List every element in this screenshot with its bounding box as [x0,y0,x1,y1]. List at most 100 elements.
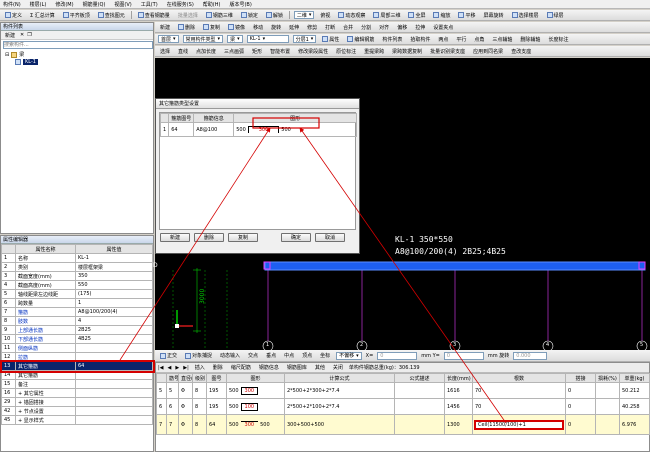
other-button[interactable]: 其他 [313,363,327,372]
prop-value[interactable]: 4 [75,316,153,326]
ortho-toggle[interactable]: 正交 [158,351,179,360]
copy-button[interactable]: 复制 [201,23,222,32]
rebar-info-button[interactable]: 钢筋信息 [257,363,281,372]
prop-value[interactable] [75,352,153,362]
prev-icon[interactable]: ◀ [168,365,172,371]
comp-select[interactable]: 梁 ▾ [227,35,243,43]
find-button[interactable]: 查找图元 [96,11,127,20]
rectangle-button[interactable]: 矩形 [250,47,264,56]
cell-count[interactable]: 70 [472,398,566,415]
cell-desc[interactable] [394,382,445,399]
cell-dia[interactable]: 8 [192,398,207,415]
cell-loss[interactable] [595,382,620,399]
cell-no[interactable]: 6 [166,398,179,415]
prop-value[interactable] [75,379,153,389]
prop-value[interactable]: KL-1 [75,253,153,263]
prop-value[interactable]: 550 [75,280,153,290]
property-row[interactable]: 45 + 显示样式 [1,415,153,425]
point-length-button[interactable]: 点加长度 [194,47,218,56]
lock-button[interactable]: 锁定 [239,11,260,20]
property-row[interactable]: 4 截面高度(mm) 550 [1,280,153,290]
tree-root[interactable]: ⊟ 梁 [5,51,153,58]
floor-select[interactable]: 首层 ▾ [158,35,179,43]
two-point-button[interactable]: 两点 [436,35,450,44]
close-button[interactable]: 关闭 [331,363,345,372]
dialog-delete-button[interactable]: 删除 [194,233,224,242]
local-3d-button[interactable]: 局部三维 [371,11,402,20]
last-icon[interactable]: ▶| [183,365,189,371]
check-support-button[interactable]: 查改支座 [509,47,533,56]
vertex-toggle[interactable]: 顶点 [300,351,314,360]
layer-select[interactable]: 分层1 ▾ [292,35,317,43]
cell-length[interactable]: 1456 [444,398,473,415]
cell-formula[interactable]: 2*500+2*300+2*7.4 [284,382,395,399]
property-row[interactable]: 5 轴线距梁左边线距 (175) [1,289,153,299]
select-button[interactable]: 选择 [158,47,172,56]
new-button[interactable]: 新建 [158,23,172,32]
cell-dia[interactable]: 8 [192,414,207,435]
property-row[interactable]: 6 跨数量 1 [1,298,153,308]
cell-lap[interactable]: 0 [565,398,596,415]
menu-view[interactable]: 视图(V) [114,1,131,8]
cell-grade[interactable]: Φ [178,414,193,435]
cell-no[interactable]: 7 [166,414,179,435]
property-row[interactable]: 9 上部通长筋 2B25 [1,325,153,335]
orbit-button[interactable]: 动态观察 [336,11,367,20]
prop-value[interactable] [75,370,153,380]
component-search-input[interactable] [3,41,153,49]
cell-fig-no[interactable]: 64 [168,122,195,137]
prop-value[interactable]: 2B25 [75,325,153,335]
move-button[interactable]: 移动 [251,23,265,32]
cell-fig[interactable]: 195 [206,382,227,399]
apply-same-button[interactable]: 应用到同名梁 [471,47,505,56]
re-extract-span-button[interactable]: 重提梁跨 [362,47,386,56]
in-place-label-button[interactable]: 原位标注 [334,47,358,56]
prop-value[interactable] [75,406,153,416]
menu-tools[interactable]: 工具(T) [141,1,158,8]
prop-value[interactable]: 4B25 [75,334,153,344]
rotation-input[interactable]: 0.000 [513,351,548,360]
cell-length[interactable]: 1300 [444,414,473,435]
line-button[interactable]: 直线 [176,47,190,56]
unlock-button[interactable]: 解锁 [264,11,285,20]
dialog-ok-button[interactable]: 确定 [281,233,311,242]
cell-count[interactable]: 70 [472,382,566,399]
menu-version[interactable]: 版本号(B) [229,1,251,8]
property-row[interactable]: 11 侧面纵筋 [1,343,153,353]
property-row[interactable]: 2 类别 楼层框架梁 [1,262,153,272]
property-row[interactable]: 42 + 节点设置 [1,406,153,416]
arc-button[interactable]: 三点画弧 [222,47,246,56]
cell-desc[interactable] [394,414,445,435]
prop-value[interactable]: 350 [75,271,153,281]
rebar-library-button[interactable]: 钢筋图库 [285,363,309,372]
property-row[interactable]: 10 下部通长筋 4B25 [1,334,153,344]
dialog-copy-button[interactable]: 复制 [228,233,258,242]
cell-loss[interactable] [595,414,620,435]
dialog-cancel-button[interactable]: 取消 [315,233,345,242]
count-formula-input[interactable]: Ceil(11500/100)+1 [478,422,526,428]
cell-loss[interactable] [595,398,620,415]
rotate-screen-button[interactable]: 屏幕旋转 [482,11,506,20]
insert-button[interactable]: 插入 [193,363,207,372]
edit-rebar-button[interactable]: 编辑钢筋 [345,35,376,44]
tree-item-kl1[interactable]: KL-1 [5,59,153,65]
menu-rebar[interactable]: 钢筋量(Q) [83,1,106,8]
view-rebar-button[interactable]: 查看钢筋量 [136,11,172,20]
cell-formula[interactable]: 2*500+2*100+2*7.4 [284,398,395,415]
fullscreen-button[interactable]: 全屏 [406,11,427,20]
prop-value[interactable] [75,397,153,407]
prop-value[interactable] [75,343,153,353]
merge-button[interactable]: 合并 [341,23,355,32]
menu-help[interactable]: 帮助(H) [203,1,221,8]
y-input[interactable]: 0 [443,351,484,360]
rotate-button[interactable]: 旋转 [269,23,283,32]
align-top-button[interactable]: 平齐板顶 [61,11,92,20]
extend-button[interactable]: 延伸 [287,23,301,32]
menu-online[interactable]: 在线服务(S) [167,1,194,8]
mirror-button[interactable]: 镜像 [226,23,247,32]
pick-component-button[interactable]: 拾取构件 [408,35,432,44]
delete-icon[interactable]: ✕ [20,32,24,38]
cell-formula[interactable]: 300+500+500 [284,414,395,435]
select-floor-button[interactable]: 选择楼层 [510,11,541,20]
cell-lap[interactable]: 0 [565,382,596,399]
